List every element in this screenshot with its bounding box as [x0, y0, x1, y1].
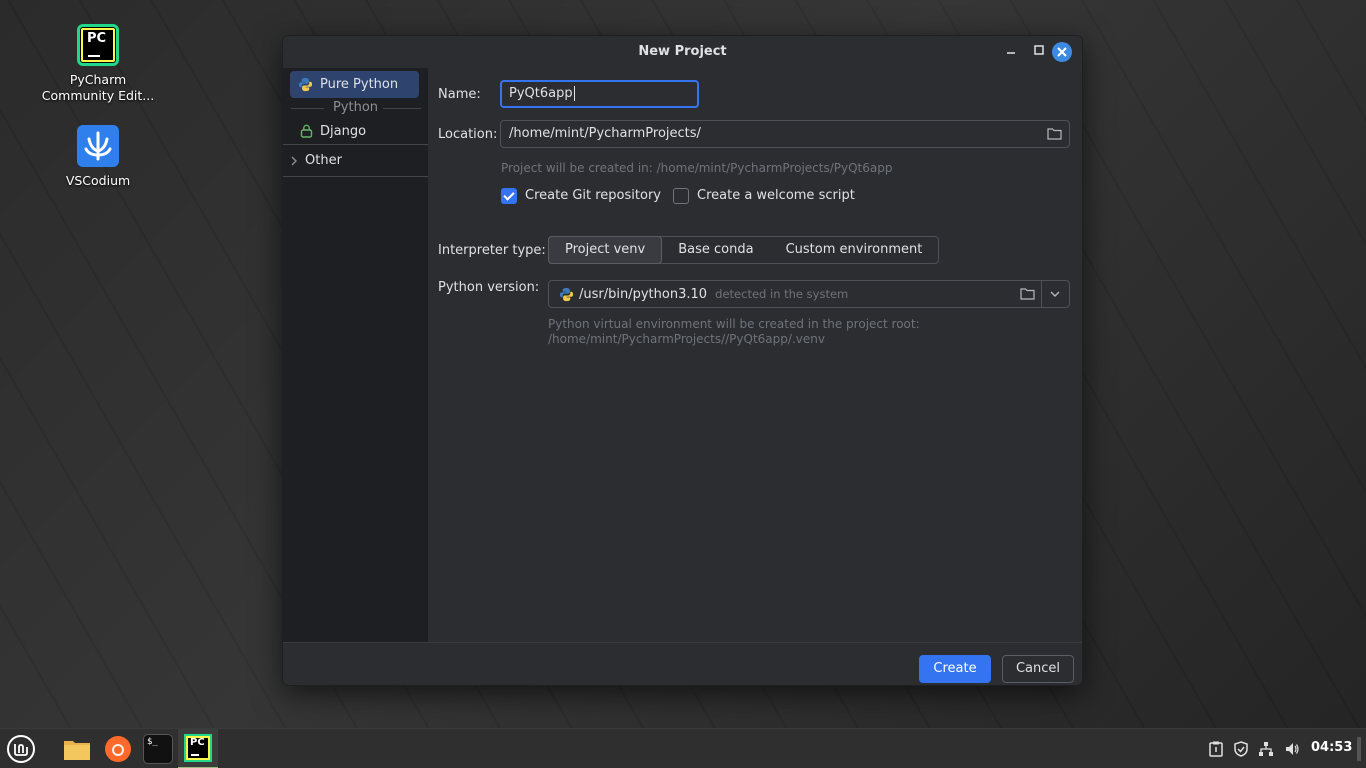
create-git-checkbox[interactable]	[501, 188, 517, 204]
maximize-icon	[1034, 45, 1044, 55]
sidebar-item-django[interactable]: Django	[290, 118, 419, 145]
desktop-icon-label: VSCodium	[65, 173, 131, 188]
terminal-icon: $_	[147, 737, 158, 747]
pycharm-taskbar-item[interactable]: PC	[178, 729, 218, 768]
sidebar-item-other[interactable]: Other	[283, 147, 412, 174]
firefox-launcher[interactable]	[103, 734, 133, 764]
files-launcher[interactable]	[62, 734, 92, 764]
dialog-footer: Create Cancel	[283, 642, 1082, 685]
network-icon[interactable]	[1258, 741, 1274, 761]
python-version-select[interactable]: /usr/bin/python3.10 detected in the syst…	[548, 280, 1070, 308]
lock-icon	[300, 124, 313, 138]
new-project-dialog: New Project Pure Python Python Django Ot…	[282, 35, 1083, 686]
cancel-button[interactable]: Cancel	[1002, 655, 1074, 683]
volume-icon[interactable]	[1284, 741, 1300, 761]
venv-hint-line1: Python virtual environment will be creat…	[548, 317, 920, 331]
folder-icon[interactable]	[1047, 127, 1062, 140]
desktop-icon-vscodium[interactable]: VSCodium	[38, 125, 158, 189]
folder-icon[interactable]	[1020, 287, 1035, 300]
firefox-icon	[105, 736, 131, 762]
venv-hint-line2: /home/mint/PycharmProjects//PyQt6app/.ve…	[548, 332, 825, 346]
sidebar-item-label: Django	[320, 124, 367, 139]
vscodium-icon	[77, 125, 119, 167]
clipboard-icon[interactable]	[1209, 741, 1223, 761]
interpreter-type-label: Interpreter type:	[438, 243, 546, 258]
name-label: Name:	[438, 87, 481, 102]
python-icon	[298, 77, 313, 92]
interpreter-project-venv[interactable]: Project venv	[548, 236, 663, 264]
python-version-note: detected in the system	[715, 287, 849, 301]
project-type-sidebar: Pure Python Python Django Other	[283, 68, 428, 642]
chevron-right-icon	[291, 156, 297, 166]
welcome-script-label[interactable]: Create a welcome script	[697, 188, 855, 203]
mint-logo-icon	[7, 735, 35, 763]
chevron-down-icon[interactable]	[1050, 290, 1060, 298]
dialog-title: New Project	[638, 44, 727, 59]
sidebar-group-python: Python	[283, 100, 428, 115]
close-icon	[1057, 47, 1067, 57]
minimize-button[interactable]	[997, 36, 1025, 68]
sidebar-item-label: Other	[305, 153, 342, 168]
sidebar-item-label: Pure Python	[320, 77, 399, 92]
location-input[interactable]: /home/mint/PycharmProjects/	[500, 120, 1070, 148]
create-button[interactable]: Create	[919, 655, 991, 683]
python-version-label: Python version:	[438, 280, 540, 295]
dialog-titlebar[interactable]: New Project	[283, 36, 1082, 68]
welcome-script-checkbox[interactable]	[673, 188, 689, 204]
taskbar: $_ PC 04:53	[0, 728, 1366, 768]
pycharm-icon: PC	[184, 734, 212, 762]
show-desktop-button[interactable]	[1357, 737, 1361, 761]
desktop-icon-pycharm[interactable]: PC PyCharm Community Edit...	[38, 24, 158, 104]
clock[interactable]: 04:53	[1311, 740, 1352, 755]
location-label: Location:	[438, 127, 498, 142]
pycharm-icon: PC	[77, 24, 119, 66]
sidebar-item-pure-python[interactable]: Pure Python	[290, 71, 419, 98]
create-git-label[interactable]: Create Git repository	[525, 188, 661, 203]
desktop-icon-label: PyCharm Community Edit...	[41, 72, 155, 103]
close-button[interactable]	[1052, 42, 1072, 62]
project-location-hint: Project will be created in: /home/mint/P…	[501, 161, 893, 175]
folder-icon	[64, 741, 90, 760]
python-icon	[559, 287, 574, 302]
interpreter-base-conda[interactable]: Base conda	[662, 237, 769, 263]
interpreter-custom-environment[interactable]: Custom environment	[770, 237, 939, 263]
shield-icon[interactable]	[1233, 741, 1249, 761]
project-settings-panel: Name: PyQt6app Location: /home/mint/Pych…	[428, 68, 1082, 642]
mint-menu-button[interactable]	[6, 734, 36, 764]
interpreter-type-selector: Project venv Base conda Custom environme…	[548, 236, 940, 264]
minimize-icon	[1007, 52, 1015, 54]
python-version-path: /usr/bin/python3.10	[579, 287, 708, 302]
name-input[interactable]: PyQt6app	[500, 80, 699, 108]
terminal-launcher[interactable]: $_	[143, 734, 173, 764]
maximize-button[interactable]	[1025, 36, 1053, 68]
